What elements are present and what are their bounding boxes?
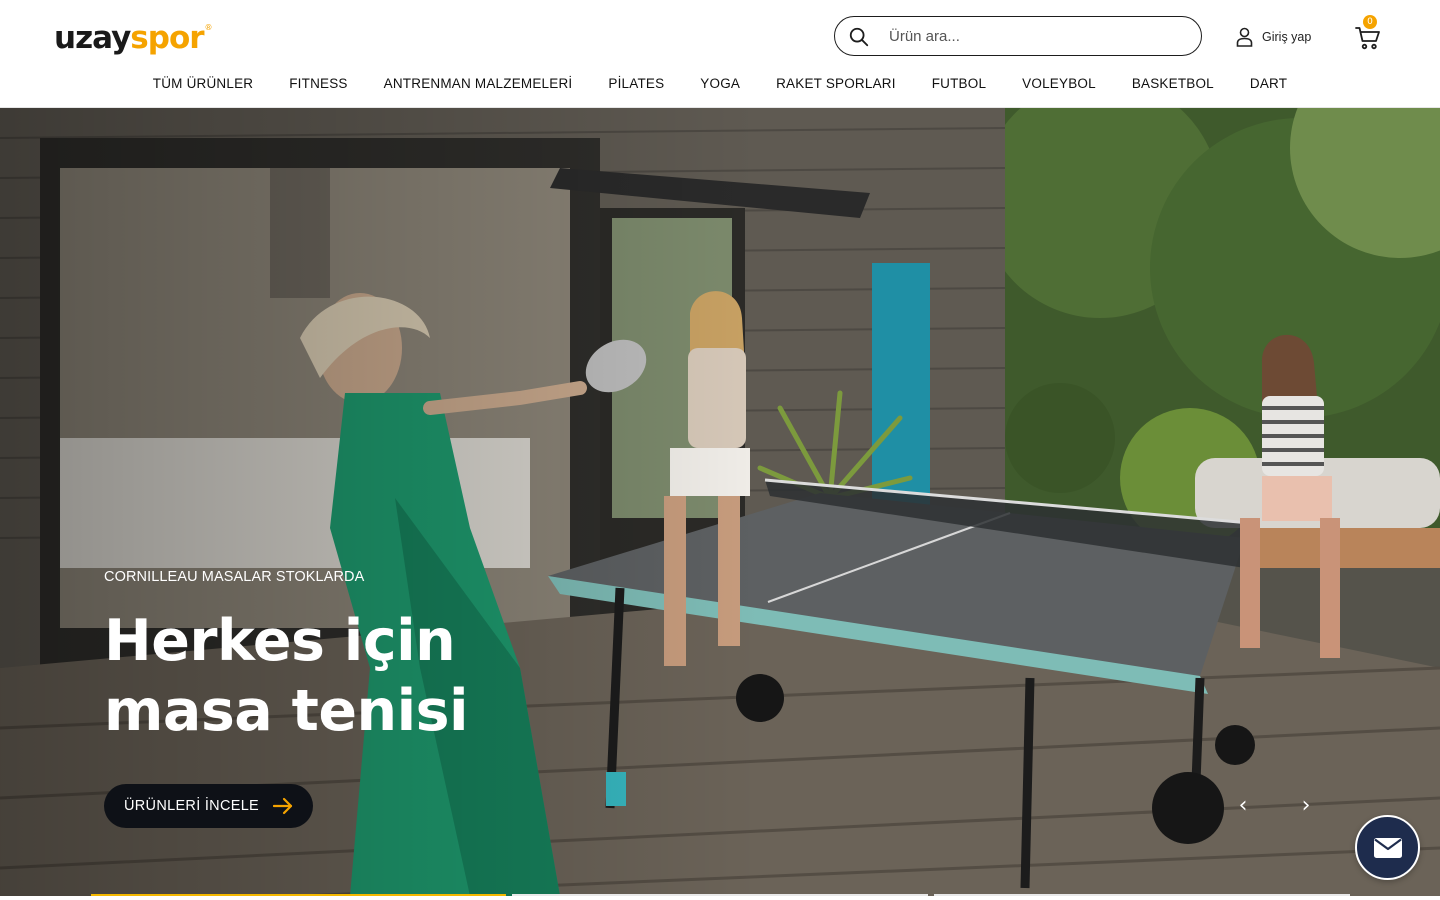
slide-progress-3[interactable] bbox=[934, 894, 1350, 896]
hero-eyebrow: CORNILLEAU MASALAR STOKLARDA bbox=[104, 569, 365, 585]
hero-overlay bbox=[0, 108, 760, 896]
cart-button[interactable]: 0 bbox=[1355, 15, 1383, 50]
logo-text-spor: spor bbox=[130, 20, 204, 56]
slide-progress-1[interactable] bbox=[91, 894, 506, 896]
contact-chat-button[interactable] bbox=[1355, 815, 1420, 880]
hero-headline-line-2: masa tenisi bbox=[104, 678, 469, 744]
hero-slider: CORNILLEAU MASALAR STOKLARDA Herkes için… bbox=[0, 108, 1440, 896]
login-label: Giriş yap bbox=[1262, 30, 1312, 44]
logo-registered-mark: ® bbox=[204, 23, 213, 32]
search-input[interactable] bbox=[889, 23, 1189, 49]
chevron-left-icon[interactable]: ‹ bbox=[1233, 794, 1253, 818]
nav-item-tum-urunler[interactable]: TÜM ÜRÜNLER bbox=[135, 72, 271, 96]
search-box[interactable] bbox=[834, 16, 1202, 56]
nav-item-antrenman-malzemeleri[interactable]: ANTRENMAN MALZEMELERİ bbox=[366, 72, 591, 96]
nav-item-yoga[interactable]: YOGA bbox=[682, 72, 758, 96]
site-header: uzay spor ® Giriş yap 0 TÜM ÜRÜNLER FITN… bbox=[0, 0, 1440, 108]
mail-icon bbox=[1373, 837, 1402, 858]
view-products-label: ÜRÜNLERİ İNCELE bbox=[124, 798, 260, 814]
main-nav: TÜM ÜRÜNLER FITNESS ANTRENMAN MALZEMELER… bbox=[0, 72, 1440, 96]
logo-text-uzay: uzay bbox=[54, 20, 131, 56]
nav-item-fitness[interactable]: FITNESS bbox=[271, 72, 365, 96]
cart-icon bbox=[1355, 27, 1380, 50]
view-products-button[interactable]: ÜRÜNLERİ İNCELE bbox=[104, 784, 313, 828]
login-link[interactable]: Giriş yap bbox=[1236, 26, 1311, 48]
nav-item-pilates[interactable]: PİLATES bbox=[590, 72, 682, 96]
chevron-right-icon[interactable]: › bbox=[1296, 794, 1316, 818]
nav-item-futbol[interactable]: FUTBOL bbox=[914, 72, 1004, 96]
hero-headline-line-1: Herkes için bbox=[104, 608, 456, 674]
search-icon[interactable] bbox=[848, 26, 870, 48]
nav-item-voleybol[interactable]: VOLEYBOL bbox=[1004, 72, 1114, 96]
nav-item-raket-sporlari[interactable]: RAKET SPORLARI bbox=[758, 72, 914, 96]
cart-count-badge: 0 bbox=[1363, 15, 1377, 29]
nav-item-dart[interactable]: DART bbox=[1232, 72, 1305, 96]
slide-progress-2[interactable] bbox=[512, 894, 928, 896]
nav-item-basketbol[interactable]: BASKETBOL bbox=[1114, 72, 1232, 96]
brand-logo[interactable]: uzay spor ® bbox=[54, 20, 213, 60]
arrow-right-icon bbox=[273, 797, 293, 815]
hero-headline: Herkes için masa tenisi bbox=[104, 606, 624, 746]
user-icon bbox=[1236, 27, 1253, 47]
